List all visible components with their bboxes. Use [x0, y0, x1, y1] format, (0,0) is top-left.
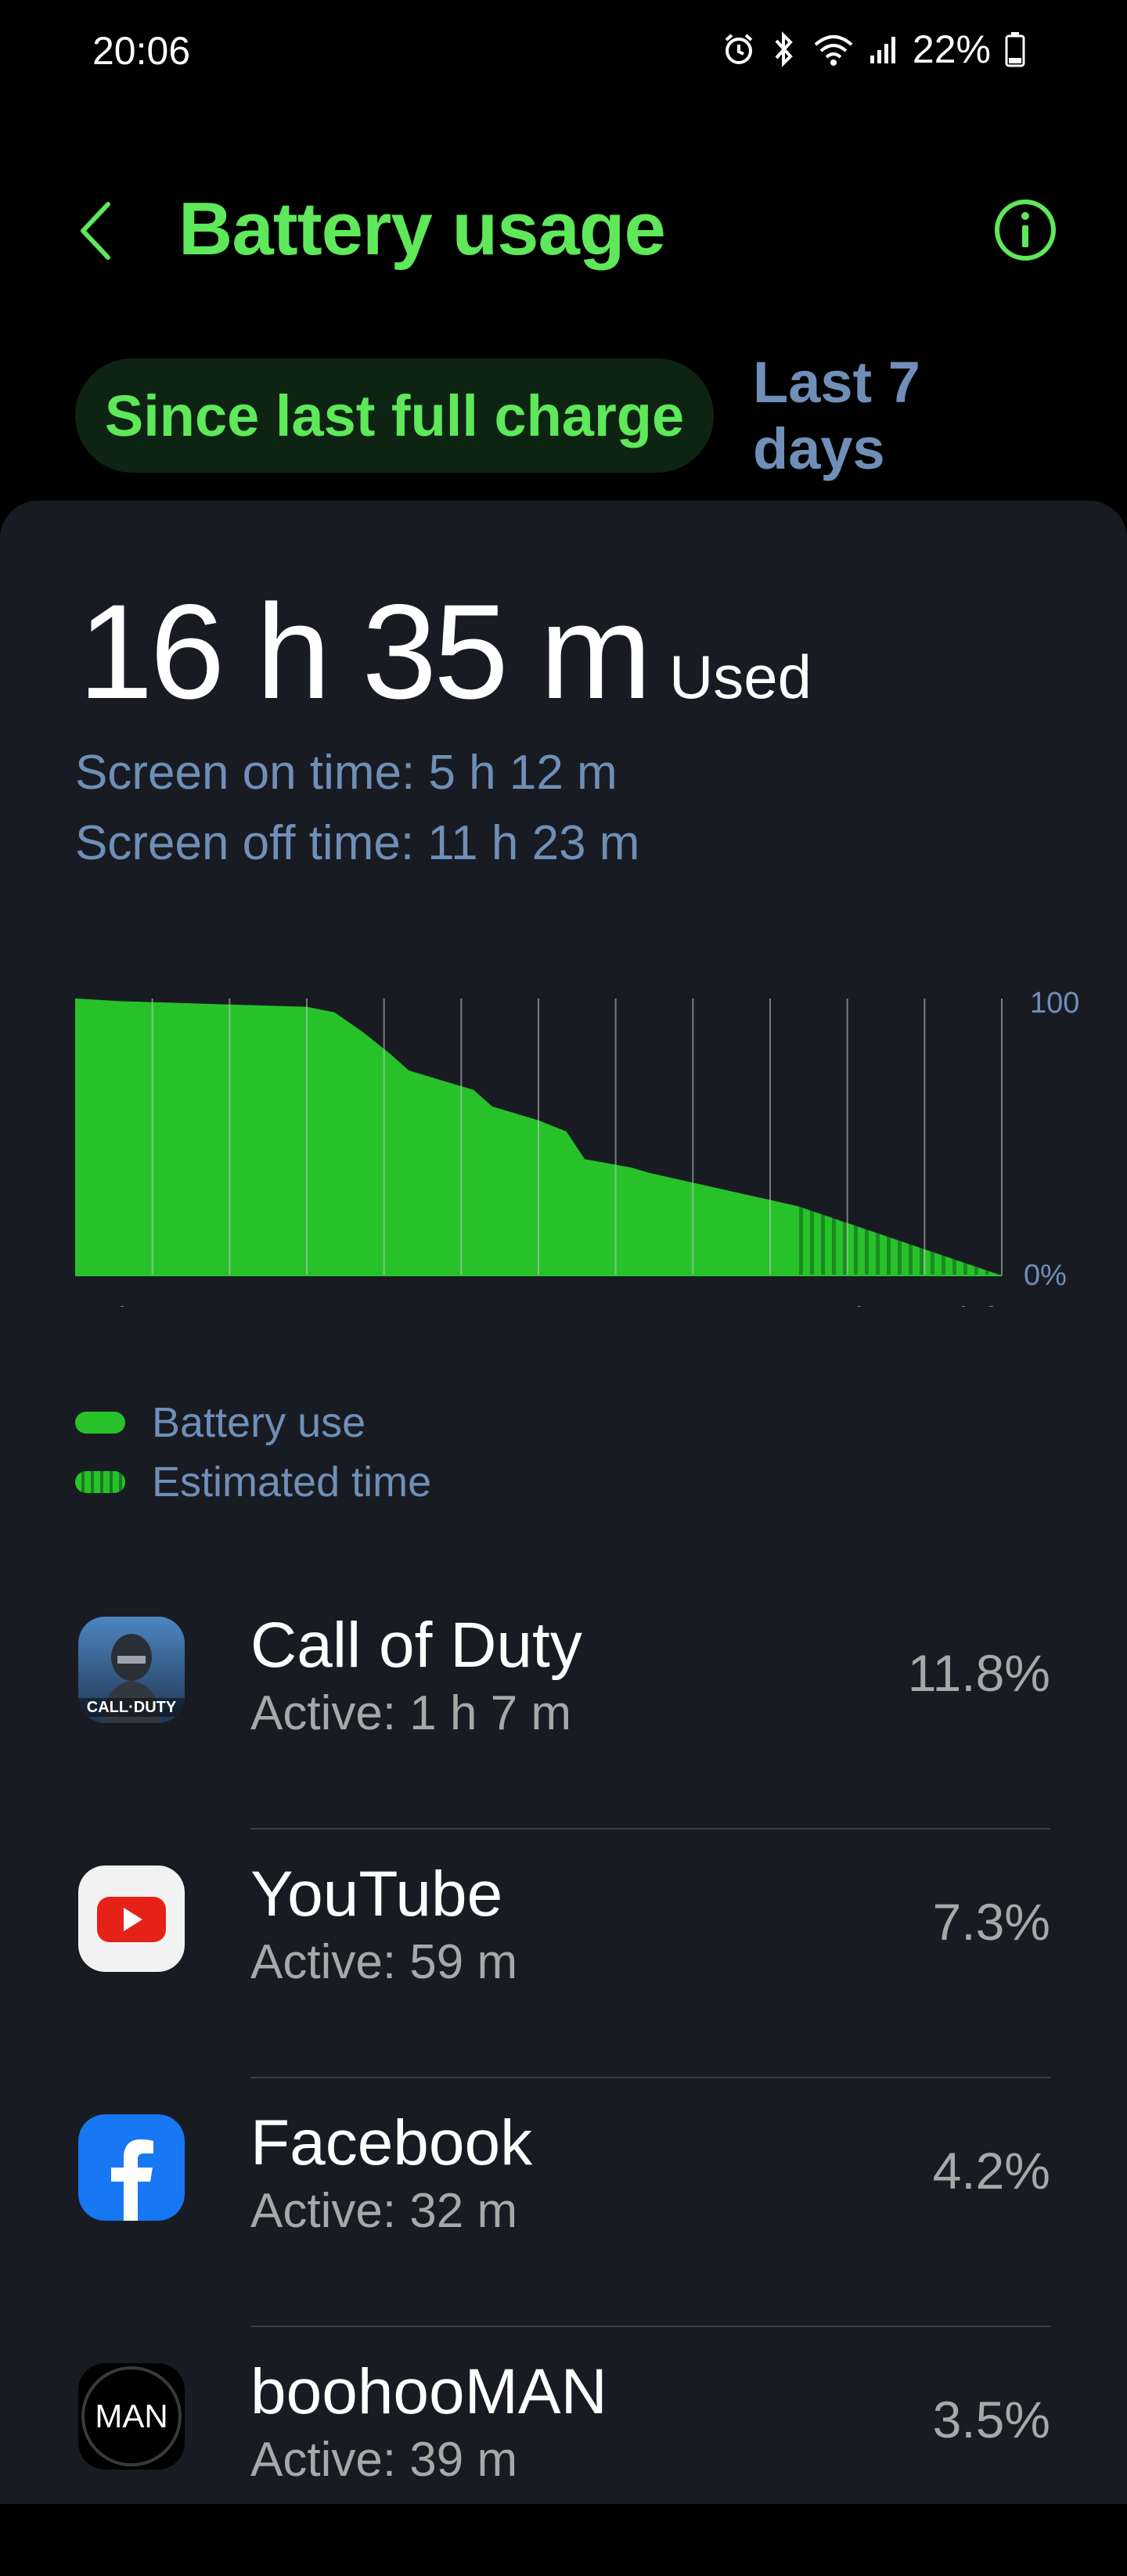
legend-swatch-striped — [75, 1471, 125, 1493]
total-used-value: 16 h 35 m — [78, 577, 652, 727]
header: Battery usage — [0, 157, 1127, 305]
app-name: Call of Duty — [250, 1610, 582, 1681]
facebook-icon — [78, 2114, 185, 2221]
total-used-suffix: Used — [668, 642, 812, 711]
tab-last-7-days[interactable]: Last 7 days — [753, 350, 1066, 481]
y-tick-label-max: 100 — [1030, 987, 1079, 1020]
app-active-time: Active: 59 m — [250, 1935, 518, 1989]
boohooman-icon: MAN — [78, 2363, 185, 2470]
app-active-time: Active: 39 m — [250, 2433, 518, 2487]
list-item-call-of-duty[interactable]: CALL·DUTY Call of Duty Active: 1 h 7 m 1… — [0, 1581, 1127, 1829]
total-used: 16 h 35 m Used — [78, 574, 812, 729]
back-arrow-icon — [80, 201, 111, 264]
estimated-time-area — [798, 1206, 1002, 1275]
call-of-duty-icon: CALL·DUTY — [78, 1617, 185, 1723]
status-bar: 20:06 22% — [0, 0, 1127, 102]
period-tabs: Since last full charge Last 7 days — [75, 350, 1061, 481]
app-name: Facebook — [250, 2107, 533, 2178]
legend-item-battery-use: Battery use — [75, 1393, 431, 1452]
wifi-icon — [812, 32, 855, 67]
battery-usage-card: 16 h 35 m Used Screen on time: 5 h 12 m … — [0, 501, 1127, 2504]
app-name: YouTube — [250, 1858, 503, 1930]
status-time: 20:06 — [92, 29, 191, 73]
app-percent: 4.2% — [932, 2142, 1050, 2200]
app-percent: 11.8% — [907, 1644, 1050, 1702]
back-button[interactable] — [72, 197, 119, 268]
chart-legend: Battery use Estimated time — [75, 1393, 431, 1512]
list-item-youtube[interactable]: YouTube Active: 59 m 7.3% — [0, 1829, 1127, 2078]
x-label-start: 17 h 6 m ago — [75, 1301, 258, 1307]
info-icon — [992, 200, 1058, 266]
legend-swatch-solid — [75, 1412, 125, 1434]
app-active-time: Active: 1 h 7 m — [250, 1686, 572, 1740]
battery-icon — [1005, 31, 1025, 67]
app-percent: 7.3% — [932, 1893, 1050, 1951]
legend-label: Battery use — [152, 1399, 366, 1446]
list-item-facebook[interactable]: Facebook Active: 32 m 4.2% — [0, 2078, 1127, 2327]
youtube-icon — [78, 1865, 185, 1972]
tab-label: Last 7 days — [753, 350, 920, 481]
app-percent: 3.5% — [932, 2391, 1050, 2448]
signal-icon — [869, 34, 898, 65]
legend-item-estimated-time: Estimated time — [75, 1452, 431, 1512]
tab-since-last-full-charge[interactable]: Since last full charge — [75, 358, 714, 473]
app-active-time: Active: 32 m — [250, 2184, 518, 2238]
page-title: Battery usage — [178, 187, 666, 271]
screen-on-time: Screen on time: 5 h 12 m — [75, 746, 618, 800]
screen-off-time: Screen off time: 11 h 23 m — [75, 816, 640, 870]
alarm-icon — [722, 32, 756, 67]
x-label-end: 4 h 46 m left — [830, 1301, 1002, 1307]
battery-percent: 22% — [912, 27, 991, 71]
battery-use-area — [75, 998, 798, 1275]
status-icons: 22% — [722, 27, 1025, 72]
app-list: CALL·DUTY Call of Duty Active: 1 h 7 m 1… — [0, 1581, 1127, 2576]
boohooman-icon-text: MAN — [95, 2398, 167, 2434]
info-button[interactable] — [992, 197, 1058, 263]
list-item-boohooman[interactable]: MAN boohooMAN Active: 39 m 3.5% — [0, 2327, 1127, 2576]
call-of-duty-icon-text: CALL·DUTY — [87, 1699, 177, 1716]
tab-label: Since last full charge — [104, 383, 685, 448]
legend-label: Estimated time — [152, 1459, 432, 1506]
bluetooth-icon — [770, 31, 798, 67]
y-tick-label-min: 0% — [1024, 1259, 1067, 1292]
battery-chart: 100 0% 17 h 6 m ago 4 h 46 m left — [75, 987, 1079, 1307]
app-name: boohooMAN — [250, 2356, 607, 2427]
